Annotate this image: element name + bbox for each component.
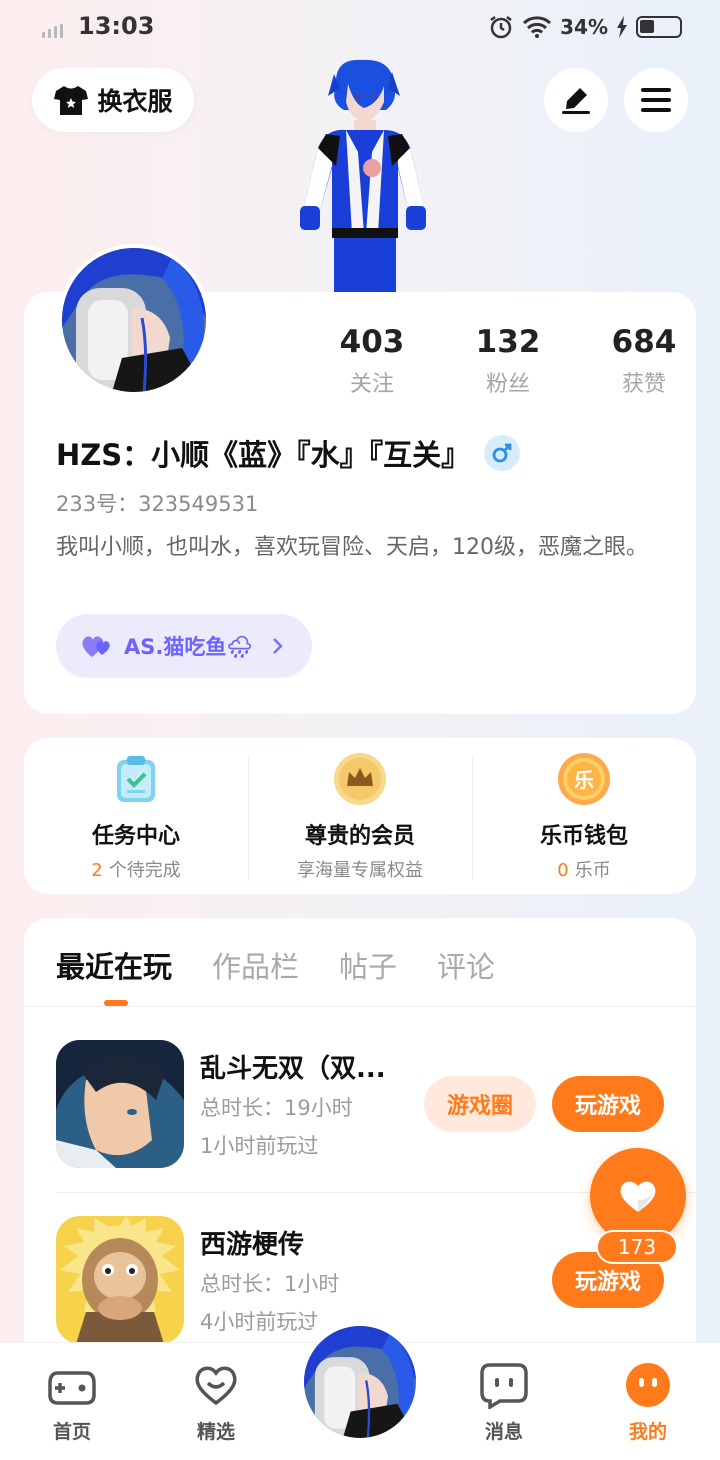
clipboard-icon xyxy=(117,756,155,802)
vip-member-title: 尊贵的会员 xyxy=(304,824,415,849)
user-id: 233号：323549531 xyxy=(56,492,259,516)
followers-label: 粉丝 xyxy=(485,372,530,397)
stats-row: 403 关注 132 粉丝 684 获赞 xyxy=(304,324,712,398)
wifi-icon xyxy=(523,16,552,38)
stat-following[interactable]: 403 关注 xyxy=(304,324,440,398)
username-row: HZS：小顺《蓝》『水』『互关』 xyxy=(56,432,521,474)
nav-home-label: 首页 xyxy=(52,1421,91,1443)
coin-icon: 乐 xyxy=(558,753,610,805)
task-center-button[interactable]: 任务中心 2 个待完成 xyxy=(24,738,248,894)
menu-icon xyxy=(641,88,671,112)
username: HZS：小顺《蓝》『水』『互关』 xyxy=(56,438,471,472)
game-thumbnail xyxy=(56,1040,184,1168)
heart-icon xyxy=(620,1181,656,1212)
avatar-character[interactable] xyxy=(296,56,430,292)
followers-count: 132 xyxy=(475,324,541,360)
following-count: 403 xyxy=(339,324,405,360)
edit-profile-button[interactable] xyxy=(544,68,608,132)
vip-member-button[interactable]: 尊贵的会员 享海量专属权益 xyxy=(248,738,472,894)
change-outfit-label: 换衣服 xyxy=(97,87,173,116)
profile-avatar[interactable] xyxy=(58,244,210,396)
play-game-button[interactable]: 玩游戏 xyxy=(552,1076,664,1132)
game-thumbnail xyxy=(56,1216,184,1344)
game-circle-button[interactable]: 游戏圈 xyxy=(424,1076,536,1132)
hearts-icon xyxy=(82,636,110,657)
shirt-icon xyxy=(54,86,89,115)
game-item[interactable]: 乱斗无双（双... 总时长：19小时 1小时前玩过 游戏圈 玩游戏 xyxy=(56,1040,666,1170)
battery-percent: 34% xyxy=(560,15,608,39)
tab-recent-played[interactable]: 最近在玩 xyxy=(56,944,172,986)
signal-icon xyxy=(42,24,63,38)
stat-followers[interactable]: 132 粉丝 xyxy=(440,324,576,398)
like-count: 173 xyxy=(596,1230,678,1264)
chevron-right-icon xyxy=(273,638,283,654)
task-center-sub: 2 个待完成 xyxy=(24,856,248,882)
nav-featured[interactable]: 精选 xyxy=(168,1361,264,1444)
chat-bubble-icon xyxy=(480,1363,528,1411)
club-badge-button[interactable]: AS.猫吃鱼🌧 xyxy=(56,614,312,678)
status-bar: 13:03 34% xyxy=(0,0,720,60)
game-last-played: 1小时前玩过 xyxy=(200,1134,319,1158)
coin-balance: 0 xyxy=(557,860,569,881)
heart-outline-icon xyxy=(195,1366,237,1406)
svg-text:乐: 乐 xyxy=(574,768,594,792)
task-pending-count: 2 xyxy=(91,860,103,881)
tabs-divider xyxy=(24,1006,696,1007)
likes-count: 684 xyxy=(611,324,677,360)
coin-unit: 乐币 xyxy=(574,860,611,881)
game-name: 西游梗传 xyxy=(200,1230,305,1260)
status-time: 13:03 xyxy=(78,12,155,40)
wallet-button[interactable]: 乐 乐币钱包 0 乐币 xyxy=(472,738,696,894)
profile-face-icon xyxy=(626,1363,670,1407)
user-bio: 我叫小顺，也叫水，喜欢玩冒险、天启，120级，恶魔之眼。 xyxy=(56,535,648,560)
wallet-title: 乐币钱包 xyxy=(539,824,628,849)
tab-posts[interactable]: 帖子 xyxy=(339,944,397,986)
following-label: 关注 xyxy=(349,372,394,397)
nav-mine-label: 我的 xyxy=(628,1421,667,1443)
content-card: 最近在玩 作品栏 帖子 评论 乱斗无双（双... 总时长：19小时 1小时前玩过… xyxy=(24,918,696,1378)
stat-likes[interactable]: 684 获赞 xyxy=(576,324,712,398)
likes-label: 获赞 xyxy=(621,372,666,397)
charging-icon xyxy=(617,16,627,38)
wallet-sub: 0 乐币 xyxy=(472,856,696,882)
menu-button[interactable] xyxy=(624,68,688,132)
nav-home[interactable]: 首页 xyxy=(24,1361,120,1444)
nav-mine[interactable]: 我的 xyxy=(600,1361,696,1444)
game-last-played: 4小时前玩过 xyxy=(200,1310,319,1334)
male-icon xyxy=(484,435,521,471)
nav-featured-label: 精选 xyxy=(196,1421,235,1443)
content-tabs: 最近在玩 作品栏 帖子 评论 xyxy=(56,944,495,986)
tab-works[interactable]: 作品栏 xyxy=(212,944,299,986)
tab-comments[interactable]: 评论 xyxy=(437,944,495,986)
gamepad-icon xyxy=(48,1371,96,1405)
services-card: 任务中心 2 个待完成 尊贵的会员 享海量专属权益 乐 乐币钱包 0 乐币 xyxy=(24,738,696,894)
alarm-icon xyxy=(490,16,512,39)
task-center-title: 任务中心 xyxy=(91,824,180,849)
nav-messages-label: 消息 xyxy=(484,1421,523,1443)
battery-icon xyxy=(636,16,682,38)
task-pending-label: 个待完成 xyxy=(108,860,181,881)
change-outfit-button[interactable]: 换衣服 xyxy=(32,68,194,132)
nav-avatar-button[interactable] xyxy=(304,1326,416,1438)
game-duration: 总时长：1小时 xyxy=(200,1272,340,1296)
club-name: AS.猫吃鱼🌧 xyxy=(124,635,254,659)
vip-member-sub: 享海量专属权益 xyxy=(297,860,423,881)
nav-messages[interactable]: 消息 xyxy=(456,1361,552,1444)
crown-icon xyxy=(334,753,386,805)
game-name: 乱斗无双（双... xyxy=(200,1054,386,1084)
game-duration: 总时长：19小时 xyxy=(200,1096,353,1120)
edit-icon xyxy=(562,88,590,114)
